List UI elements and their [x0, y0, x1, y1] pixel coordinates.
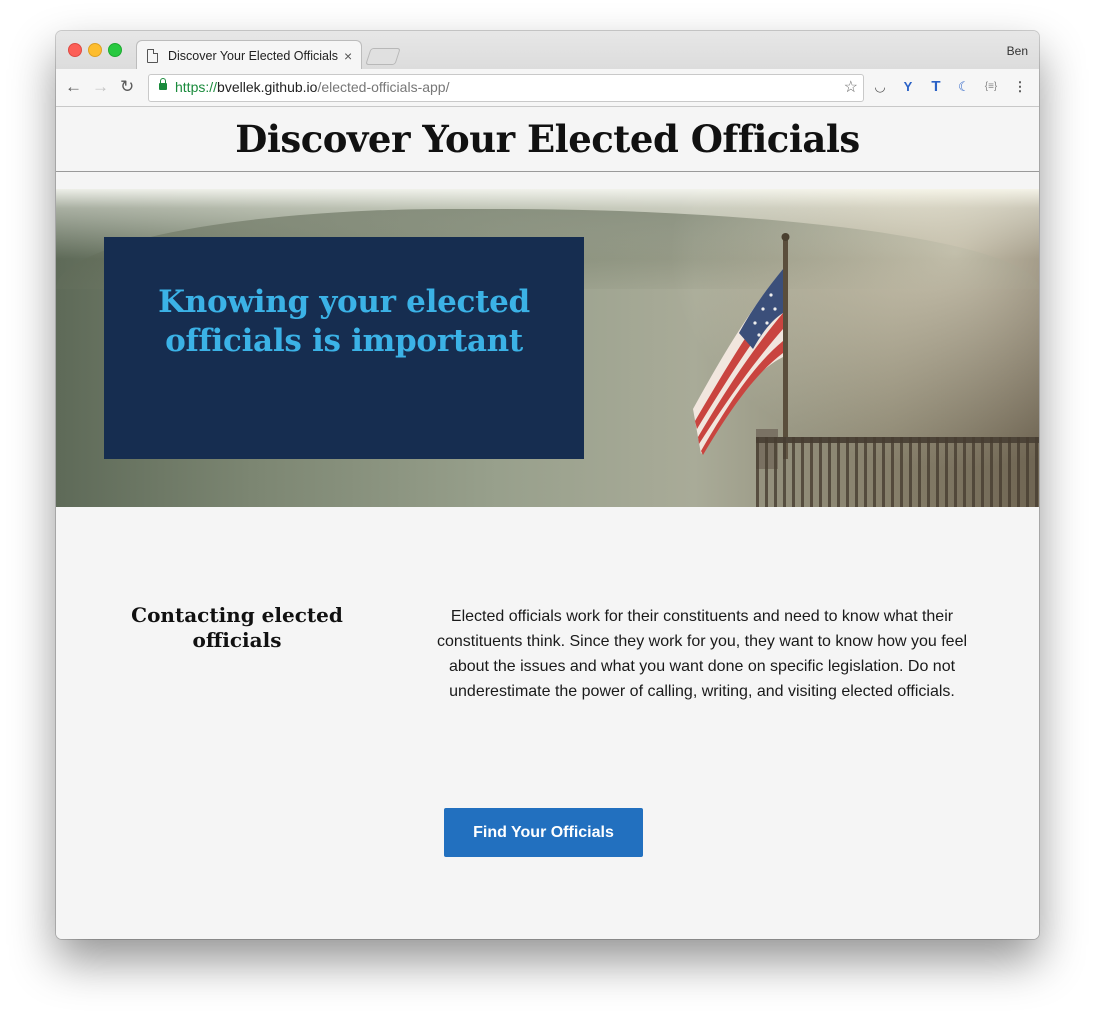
close-tab-icon[interactable]: × [344, 48, 352, 64]
reload-icon[interactable]: ↻ [120, 77, 134, 97]
url-path: /elected-officials-app/ [317, 79, 450, 95]
site-header: Discover Your Elected Officials [56, 107, 1039, 172]
url-scheme: https:// [175, 79, 218, 95]
browser-menu-icon[interactable]: ⋮ [1011, 79, 1029, 95]
new-tab-button[interactable] [365, 48, 401, 65]
find-your-officials-button[interactable]: Find Your Officials [444, 808, 643, 857]
profile-name[interactable]: Ben [1007, 44, 1028, 58]
json-viewer-icon[interactable]: {≡} [982, 79, 1000, 95]
contact-body-text: Elected officials work for their constit… [436, 608, 968, 700]
url-host: bvellek.github.io [217, 79, 318, 95]
minimize-window-button[interactable] [88, 43, 102, 57]
hero-card: Knowing your elected officials is import… [104, 237, 584, 459]
bookmark-star-icon[interactable]: ☆ [844, 77, 858, 97]
american-flag-image [693, 233, 790, 469]
browser-toolbar: ← → ↻ https://bvellek.github.io/elected-… [56, 69, 1039, 107]
tee-extension-icon[interactable]: T [927, 79, 945, 95]
document-icon [147, 49, 158, 63]
zoom-window-button[interactable] [108, 43, 122, 57]
hero-heading: Knowing your elected officials is import… [158, 284, 530, 359]
lock-icon [159, 78, 167, 90]
page-viewport: Discover Your Elected Officials Knowing … [56, 107, 1039, 939]
contact-heading: Contacting elected officials [131, 603, 343, 652]
forward-arrow-icon[interactable]: → [92, 77, 109, 97]
title-bar: Discover Your Elected Officials × Ben [56, 31, 1039, 71]
pocket-icon[interactable]: ◡ [871, 79, 889, 95]
close-window-button[interactable] [68, 43, 82, 57]
url-text[interactable]: https://bvellek.github.io/elected-offici… [175, 79, 449, 95]
browser-tab[interactable]: Discover Your Elected Officials × [136, 40, 362, 71]
address-bar[interactable]: https://bvellek.github.io/elected-offici… [148, 74, 864, 102]
fence-image [756, 437, 1039, 507]
hero-banner: Knowing your elected officials is import… [56, 189, 1039, 507]
moon-extension-icon[interactable]: ☾ [955, 79, 973, 95]
back-arrow-icon[interactable]: ← [65, 77, 82, 97]
tab-title: Discover Your Elected Officials [168, 49, 338, 63]
page-title: Discover Your Elected Officials [235, 117, 860, 161]
browser-window: Discover Your Elected Officials × Ben ← … [56, 31, 1039, 939]
vee-extension-icon[interactable]: Y [899, 79, 917, 95]
